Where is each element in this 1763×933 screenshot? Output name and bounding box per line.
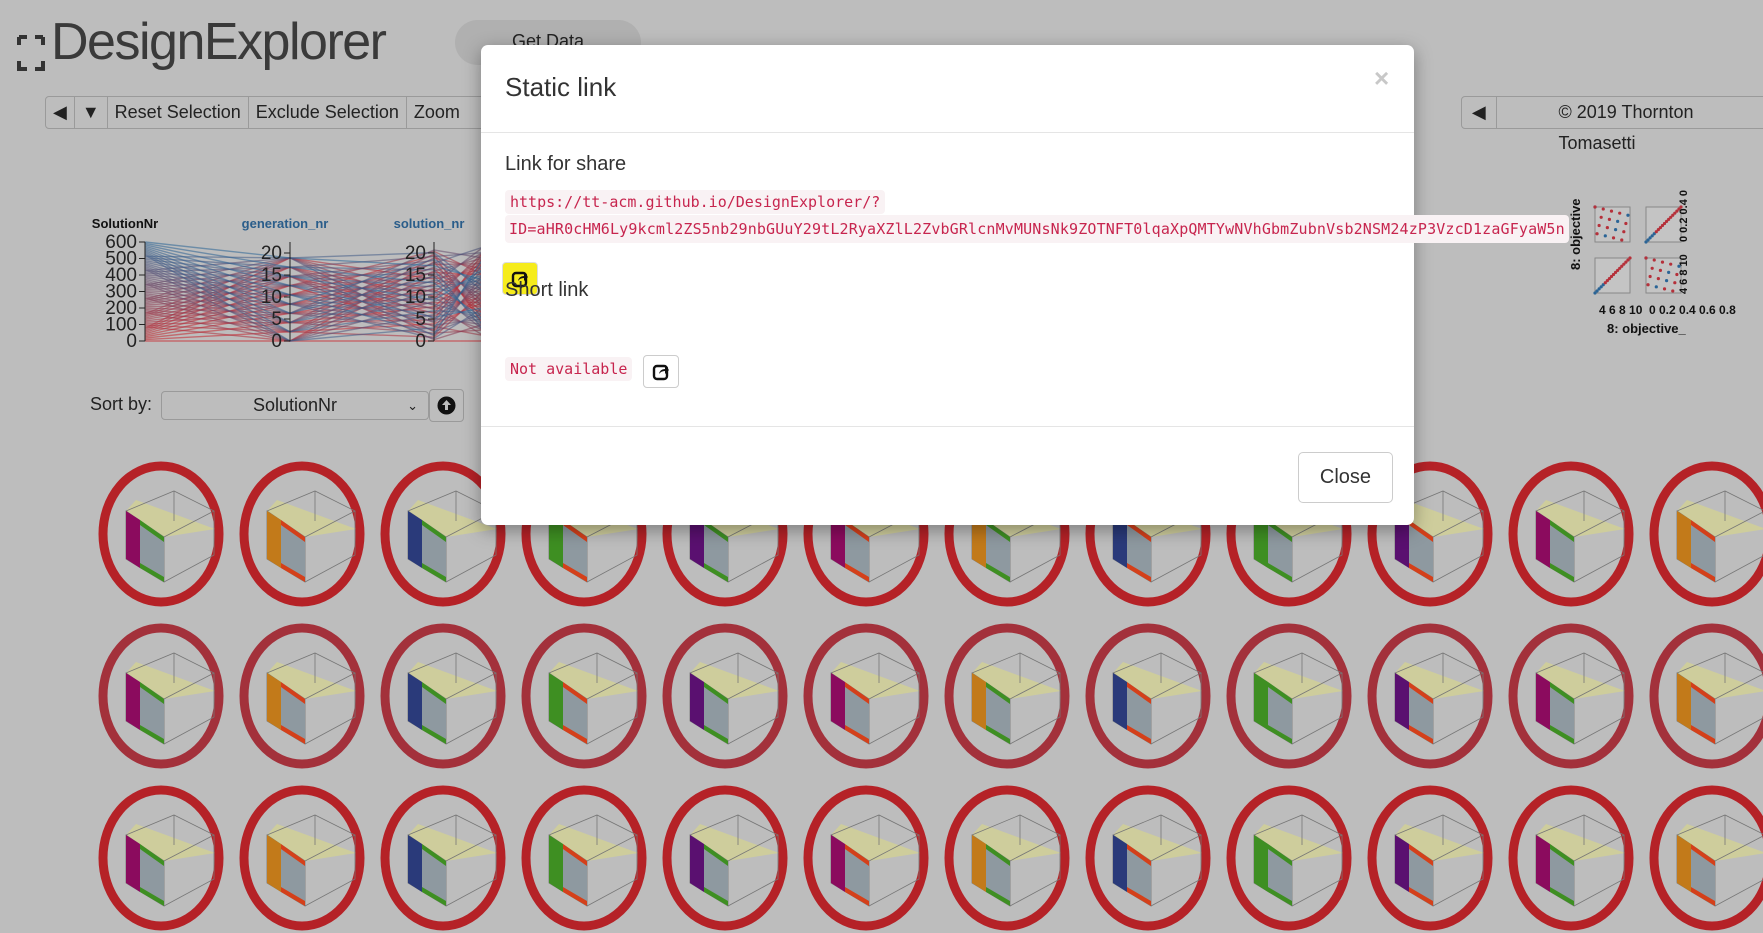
design-thumbnail[interactable] [96,783,226,933]
facade-panel [1395,673,1409,730]
facade-panel [1254,673,1268,730]
facade-panel [408,511,422,568]
short-link-heading: Short link [505,279,588,302]
close-button[interactable]: Close [1298,452,1393,503]
design-thumbnail[interactable] [96,621,226,771]
design-thumbnail[interactable] [237,621,367,771]
design-thumbnail[interactable] [1083,621,1213,771]
design-thumbnail[interactable] [378,621,508,771]
short-link-value: Not available [505,357,632,381]
facade-panel [1395,835,1409,892]
facade-panel [549,673,563,730]
design-thumbnail[interactable] [1365,783,1495,933]
design-thumbnail[interactable] [1647,783,1763,933]
facade-panel [1113,673,1127,730]
design-thumbnail[interactable] [237,459,367,609]
facade-panel [1677,835,1691,892]
facade-panel [972,835,986,892]
facade-panel [1254,835,1268,892]
design-thumbnail[interactable] [660,783,790,933]
facade-panel [1536,673,1550,730]
design-thumbnail[interactable] [519,783,649,933]
facade-panel [831,673,845,730]
share-url[interactable]: https://tt-acm.github.io/DesignExplorer/… [505,190,1569,243]
static-link-modal: Static link × Link for share https://tt-… [481,45,1414,525]
design-thumbnail[interactable] [1647,621,1763,771]
facade-panel [690,835,704,892]
design-thumbnail[interactable] [378,783,508,933]
facade-panel [1677,511,1691,568]
design-thumbnail[interactable] [96,459,226,609]
modal-title: Static link [505,72,616,103]
facade-panel [267,673,281,730]
facade-panel [408,673,422,730]
design-thumbnail[interactable] [237,783,367,933]
design-thumbnail[interactable] [660,621,790,771]
facade-panel [267,511,281,568]
share-heading: Link for share [505,153,626,176]
facade-panel [267,835,281,892]
divider [481,426,1414,427]
facade-panel [126,511,140,568]
design-thumbnail[interactable] [801,621,931,771]
design-thumbnail[interactable] [1224,783,1354,933]
facade-panel [831,835,845,892]
facade-panel [1536,511,1550,568]
facade-panel [126,673,140,730]
share-url-line2: ID=aHR0cHM6Ly9kcml2ZS5nb29nbGUuY29tL2Rya… [505,215,1569,243]
facade-panel [408,835,422,892]
divider [481,132,1414,133]
design-thumbnail[interactable] [1224,621,1354,771]
design-thumbnail[interactable] [1365,621,1495,771]
facade-panel [549,835,563,892]
facade-panel [1113,835,1127,892]
facade-panel [126,835,140,892]
share-url-line1: https://tt-acm.github.io/DesignExplorer/… [505,190,885,214]
design-thumbnail[interactable] [1647,459,1763,609]
copy-short-link-button[interactable] [643,355,679,388]
facade-panel [690,673,704,730]
design-thumbnail[interactable] [1506,783,1636,933]
facade-panel [1536,835,1550,892]
design-thumbnail[interactable] [801,783,931,933]
share-icon [652,363,670,381]
design-thumbnail[interactable] [519,621,649,771]
close-icon[interactable]: × [1374,63,1389,94]
design-thumbnail[interactable] [1083,783,1213,933]
design-thumbnail[interactable] [1506,459,1636,609]
design-thumbnail[interactable] [942,621,1072,771]
design-thumbnail[interactable] [942,783,1072,933]
design-thumbnail[interactable] [1506,621,1636,771]
facade-panel [972,673,986,730]
facade-panel [1677,673,1691,730]
